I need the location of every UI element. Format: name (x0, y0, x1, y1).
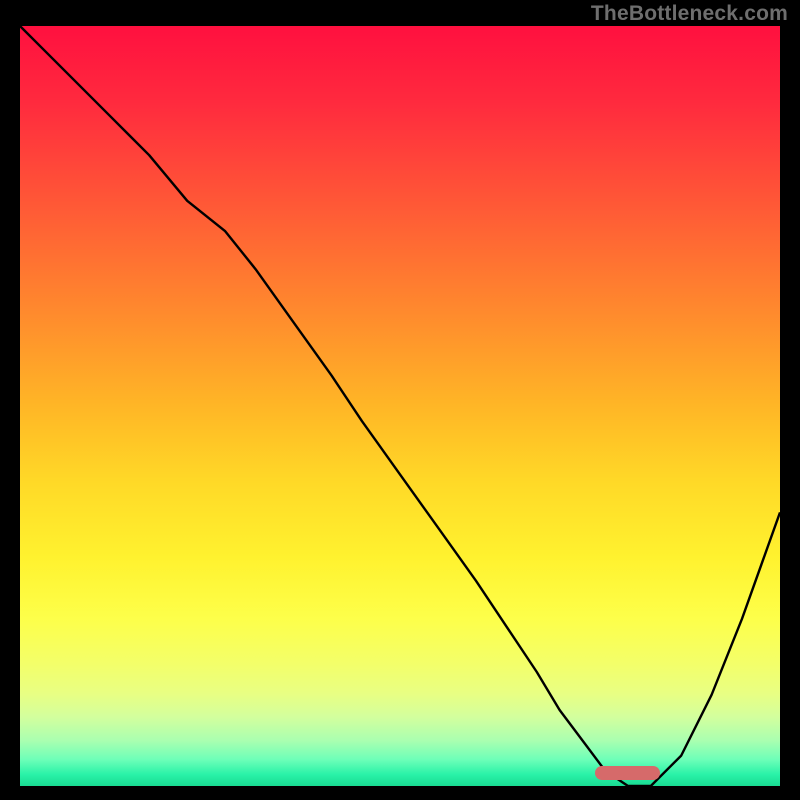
watermark-text: TheBottleneck.com (591, 2, 788, 26)
chart-stage: TheBottleneck.com (0, 0, 800, 800)
curve-layer (20, 26, 780, 786)
bottleneck-curve (20, 26, 780, 786)
optimal-range-marker (595, 766, 660, 780)
plot-area (20, 26, 780, 786)
